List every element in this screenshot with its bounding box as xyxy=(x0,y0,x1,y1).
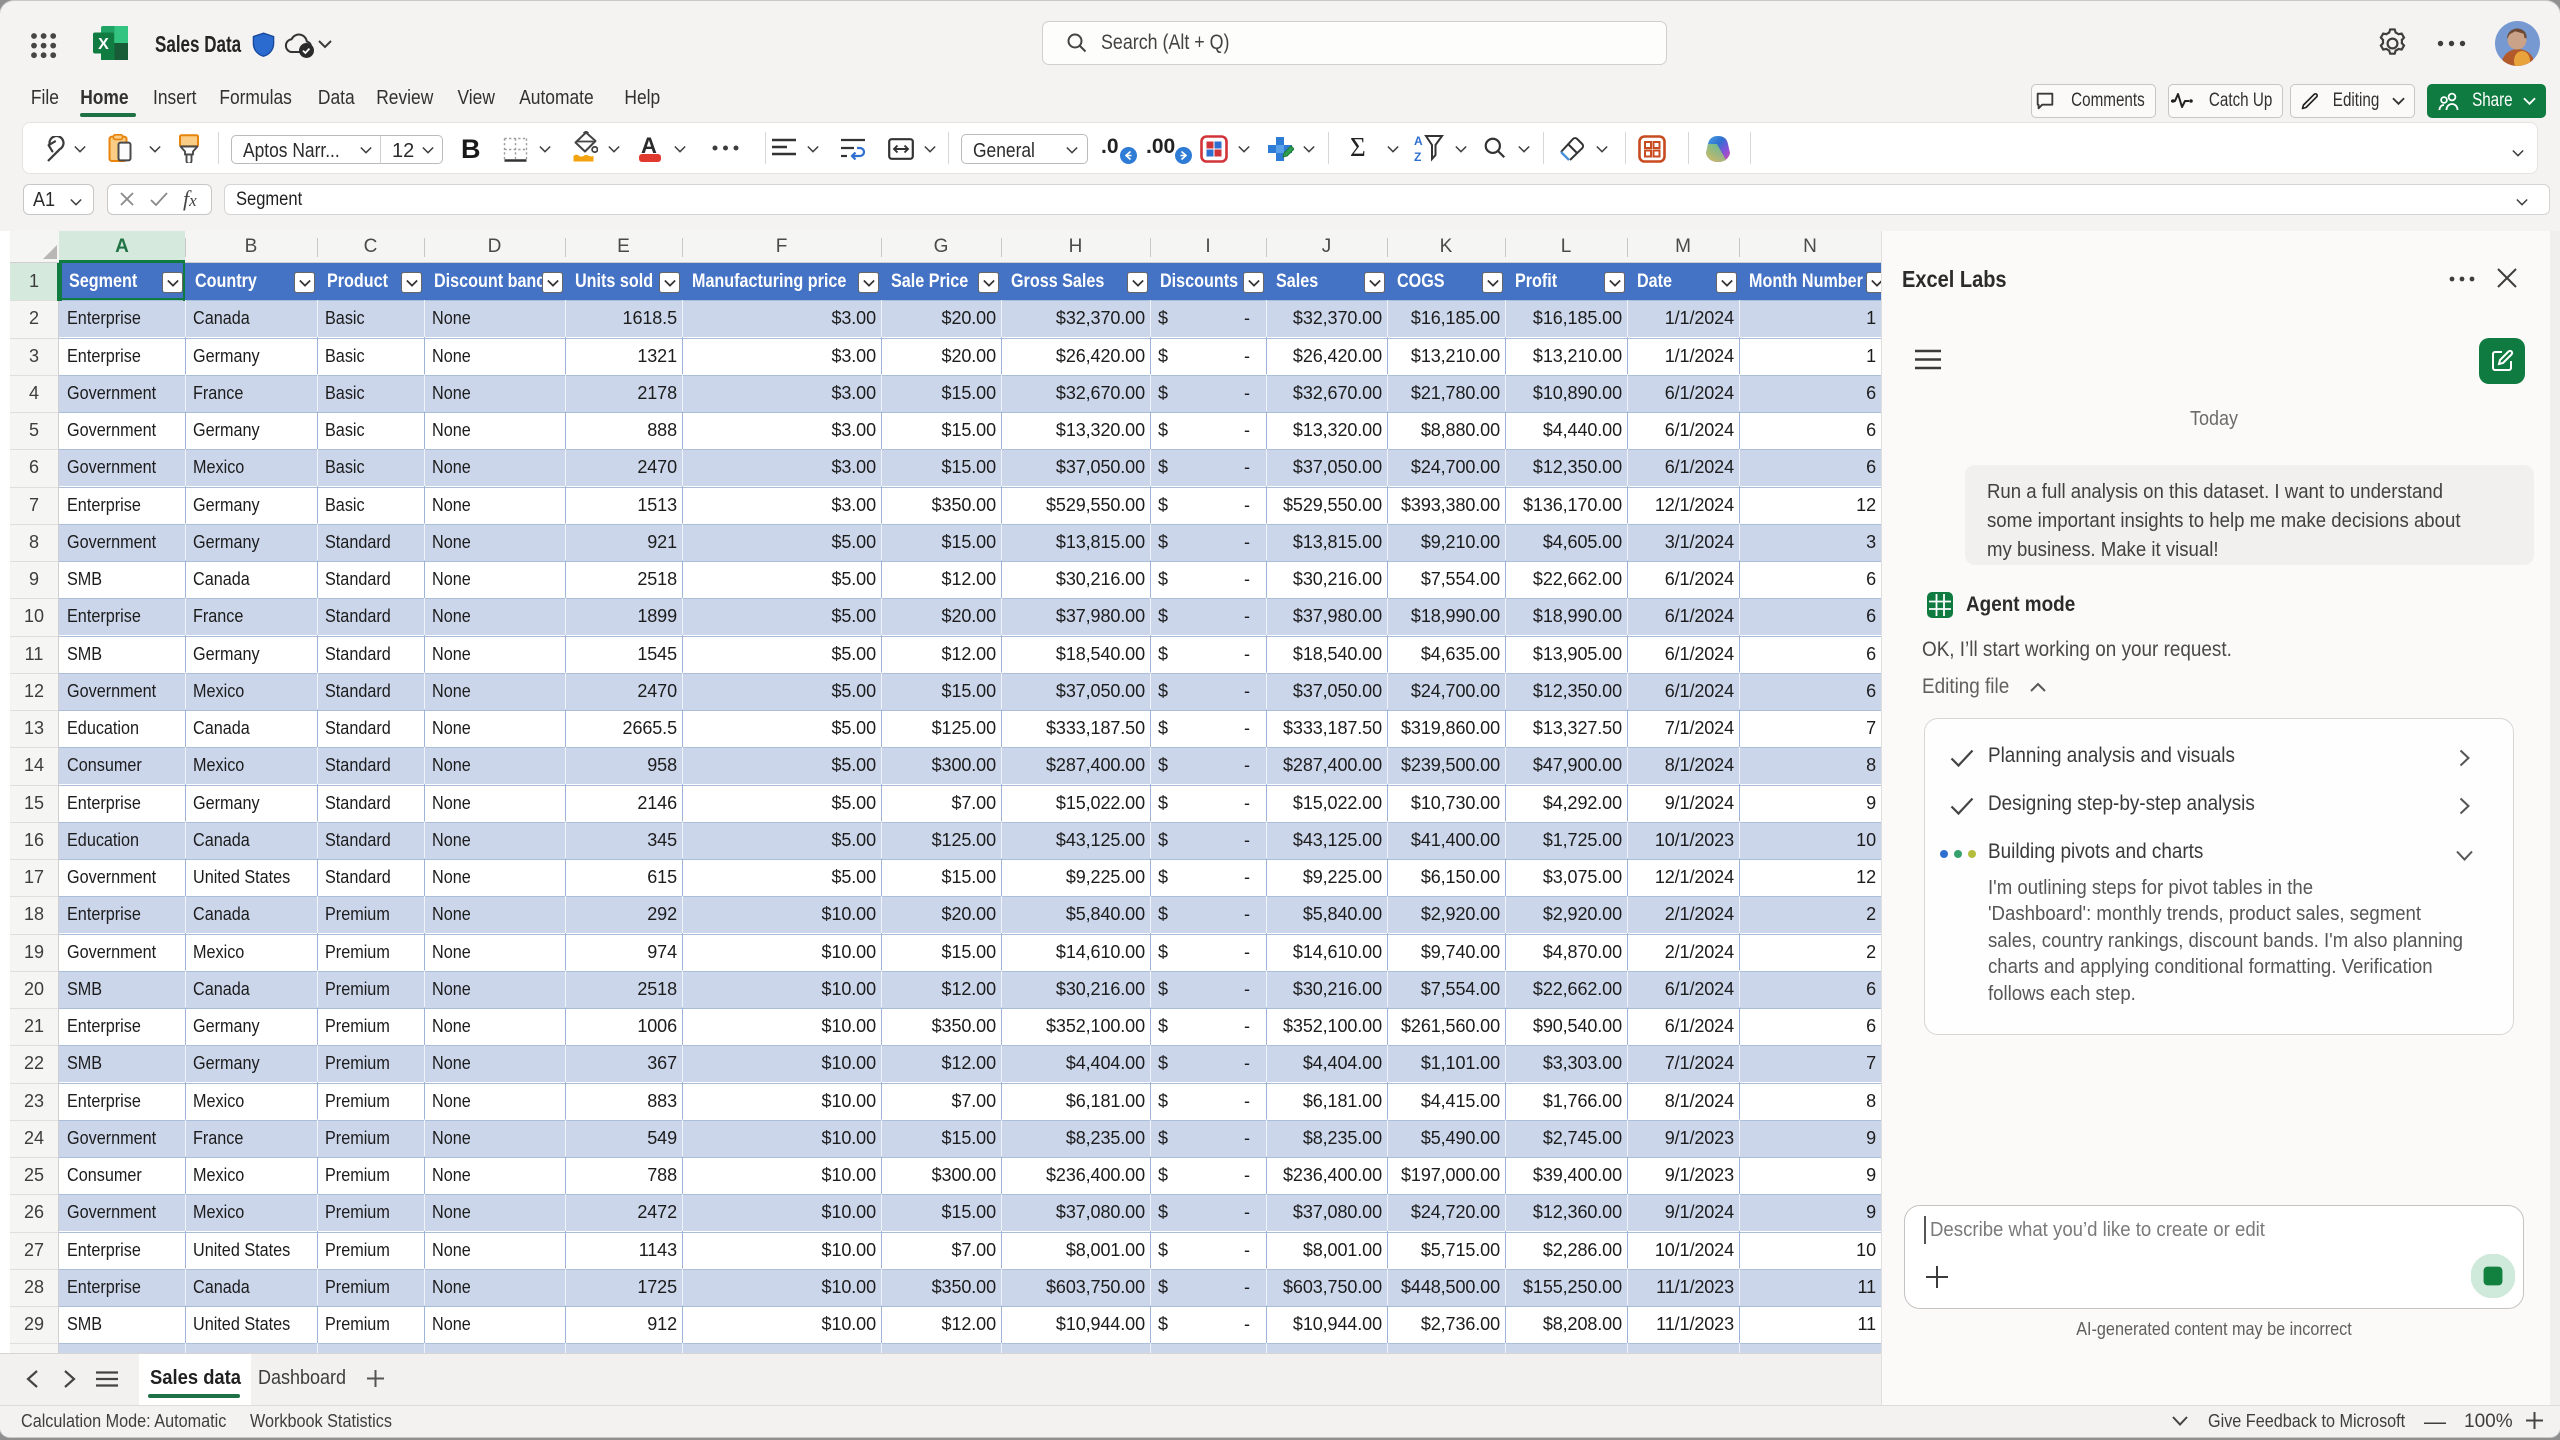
svg-text:A: A xyxy=(1414,134,1423,148)
svg-text:X: X xyxy=(98,36,109,53)
svg-text:Z: Z xyxy=(1414,150,1421,163)
